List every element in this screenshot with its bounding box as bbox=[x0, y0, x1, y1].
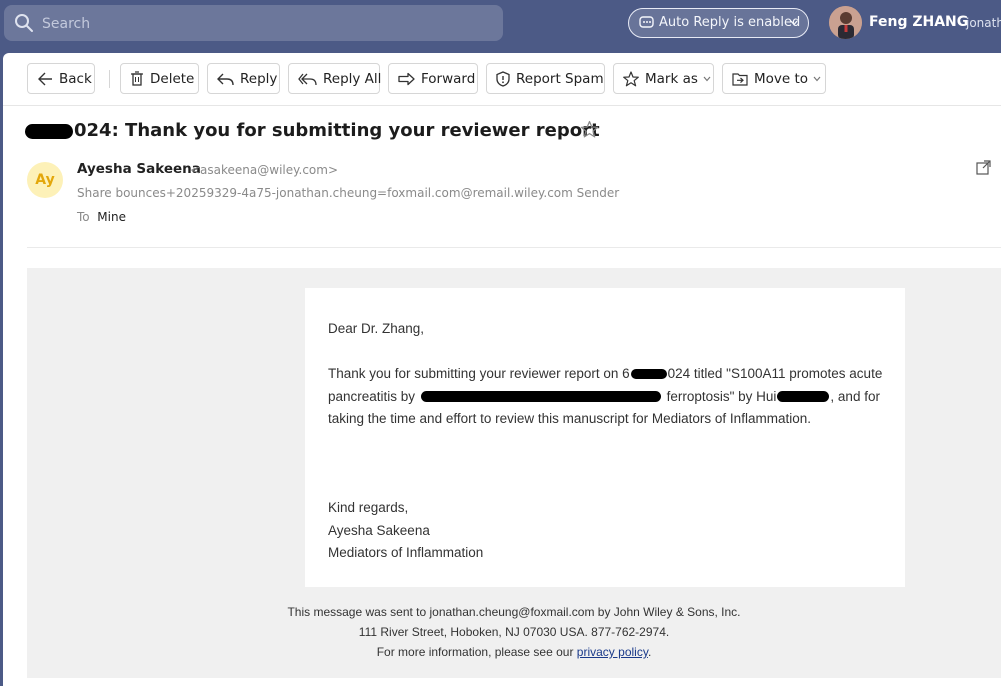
report-spam-button[interactable]: Report Spam bbox=[486, 63, 605, 94]
reply-icon bbox=[217, 73, 234, 85]
back-button[interactable]: Back bbox=[27, 63, 95, 94]
auto-reply-label: Auto Reply is enabled bbox=[659, 15, 801, 30]
header-divider bbox=[27, 247, 1001, 248]
top-bar: Auto Reply is enabled Feng ZHANG jonath bbox=[0, 0, 1001, 52]
footer-info-suffix: . bbox=[647, 645, 652, 659]
redaction-mark bbox=[25, 123, 73, 139]
message-toolbar: Back Delete Reply Reply All Forward Repo… bbox=[3, 53, 1001, 106]
body-text-a: Thank you for submitting your reviewer r… bbox=[328, 366, 630, 381]
to-value[interactable]: Mine bbox=[97, 210, 126, 224]
subject-text: 024: Thank you for submitting your revie… bbox=[74, 120, 600, 141]
forward-label: Forward bbox=[421, 70, 476, 87]
auto-reply-icon bbox=[639, 16, 654, 28]
message-body: Dear Dr. Zhang, Thank you for submitting… bbox=[27, 268, 1001, 678]
share-address: bounces+20259329-4a75-jonathan.cheung=fo… bbox=[115, 186, 573, 200]
email-card: Dear Dr. Zhang, Thank you for submitting… bbox=[305, 288, 905, 587]
footer-sent-to: This message was sent to jonathan.cheung… bbox=[287, 605, 741, 619]
footer-address: 111 River Street, Hoboken, NJ 07030 USA.… bbox=[358, 625, 670, 639]
share-suffix: Sender bbox=[576, 186, 620, 200]
report-spam-label: Report Spam bbox=[516, 70, 604, 87]
footer-info-prefix: For more information, please see our bbox=[376, 645, 577, 659]
auto-reply-button[interactable]: Auto Reply is enabled bbox=[628, 8, 809, 38]
user-email: jonath bbox=[966, 16, 1001, 30]
share-line: Share bounces+20259329-4a75-jonathan.che… bbox=[77, 186, 619, 200]
star-icon[interactable] bbox=[580, 120, 599, 139]
folder-move-icon bbox=[732, 72, 748, 86]
chevron-down-icon bbox=[813, 76, 821, 81]
star-outline-icon bbox=[623, 70, 639, 86]
forward-icon bbox=[398, 72, 415, 85]
move-to-button[interactable]: Move to bbox=[722, 63, 826, 94]
arrow-left-icon bbox=[38, 72, 52, 85]
mark-as-label: Mark as bbox=[645, 70, 698, 87]
mark-as-button[interactable]: Mark as bbox=[613, 63, 714, 94]
sender-email: <asakeena@wiley.com> bbox=[190, 163, 339, 177]
message-subject: 024: Thank you for submitting your revie… bbox=[25, 120, 600, 141]
greeting: Dear Dr. Zhang, bbox=[328, 321, 425, 336]
user-photo-icon bbox=[829, 6, 862, 39]
toolbar-separator bbox=[109, 70, 110, 88]
privacy-policy-link[interactable]: privacy policy bbox=[577, 645, 648, 659]
chevron-down-icon bbox=[790, 20, 798, 26]
reply-button[interactable]: Reply bbox=[207, 63, 280, 94]
delete-button[interactable]: Delete bbox=[120, 63, 199, 94]
delete-label: Delete bbox=[150, 70, 195, 87]
signature-org: Mediators of Inflammation bbox=[328, 545, 484, 560]
popout-icon[interactable] bbox=[976, 160, 991, 175]
reply-label: Reply bbox=[240, 70, 278, 87]
reply-all-icon bbox=[298, 73, 317, 85]
signature-name: Ayesha Sakeena bbox=[328, 523, 430, 538]
move-to-label: Move to bbox=[754, 70, 809, 87]
user-name[interactable]: Feng ZHANG bbox=[869, 14, 968, 30]
footer-info: For more information, please see our pri… bbox=[27, 645, 1001, 659]
redaction-mark bbox=[420, 391, 661, 403]
chevron-down-icon bbox=[703, 76, 711, 81]
body-paragraph: Thank you for submitting your reviewer r… bbox=[328, 363, 883, 431]
reply-all-label: Reply All bbox=[323, 70, 382, 87]
search-box[interactable] bbox=[4, 5, 503, 43]
share-label: Share bbox=[77, 186, 112, 200]
sender-name[interactable]: Ayesha Sakeena bbox=[77, 161, 201, 177]
sender-avatar: Ay bbox=[27, 162, 63, 198]
redaction-mark bbox=[777, 391, 830, 403]
message-panel: Back Delete Reply Reply All Forward Repo… bbox=[3, 53, 1001, 686]
forward-button[interactable]: Forward bbox=[388, 63, 478, 94]
user-avatar[interactable] bbox=[829, 6, 862, 39]
reply-all-button[interactable]: Reply All bbox=[288, 63, 382, 94]
to-label: To bbox=[77, 210, 90, 224]
search-icon bbox=[15, 14, 33, 32]
trash-icon bbox=[131, 71, 143, 86]
redaction-mark bbox=[630, 369, 667, 380]
shield-icon bbox=[496, 70, 510, 87]
back-label: Back bbox=[59, 70, 92, 87]
to-line: To Mine bbox=[77, 210, 126, 224]
body-text-c: ferroptosis" by Hui bbox=[666, 388, 777, 404]
search-input[interactable] bbox=[40, 5, 484, 43]
closing: Kind regards, bbox=[328, 500, 409, 515]
